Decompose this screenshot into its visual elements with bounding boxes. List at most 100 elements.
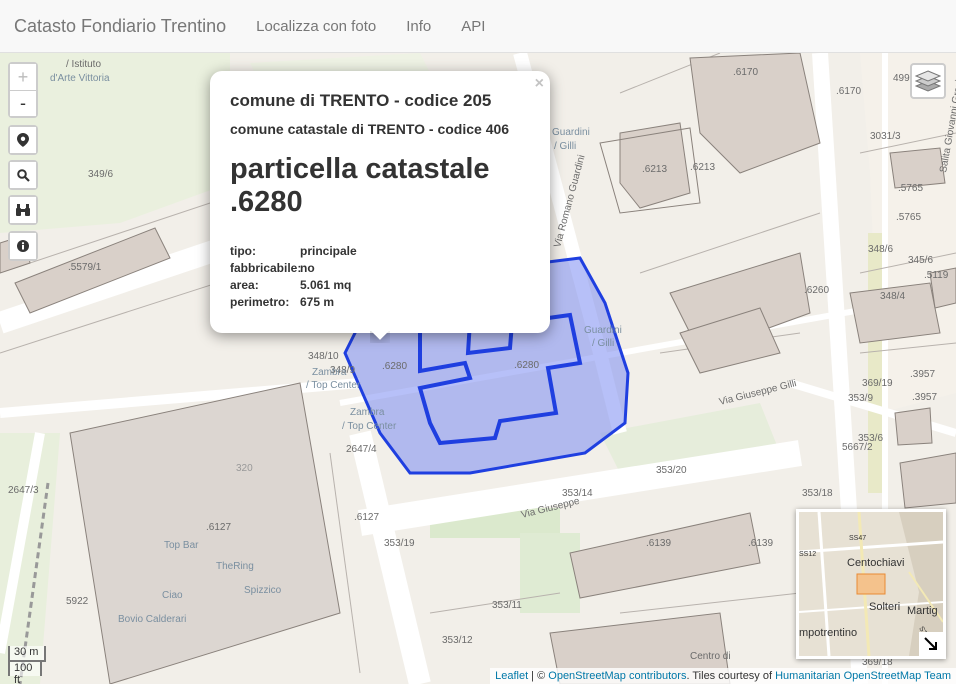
minimap-label: Centochiavi [847,557,904,569]
map-label: Guardini [584,325,622,336]
map-label: .3957 [910,369,935,380]
scale-bar: 30 m 100 ft [8,646,46,684]
map-label: .6127 [206,522,231,533]
map-label: TheRing [216,561,254,572]
map-label: 349/6 [88,169,113,180]
popup-key: perimetro: [230,295,290,309]
map-label: / Top Center [342,421,397,432]
popup-value: principale [300,244,357,258]
map-label: .6139 [748,538,773,549]
navbar: Catasto Fondiario Trentino Localizza con… [0,0,956,53]
popup-row-tipo: tipo: principale [230,243,530,260]
popup-value: 675 m [300,295,335,309]
map-label: 348/4 [880,291,905,302]
map-label: .6213 [690,162,715,173]
map-label: .6170 [733,67,758,78]
zoom-out-button[interactable]: - [10,90,36,116]
popup-row-area: area: 5.061 mq [230,277,530,294]
map-label: 353/19 [384,538,415,549]
map-label: Top Bar [164,540,199,551]
map-label: 353/9 [848,393,873,404]
map-label: Ciao [162,590,183,601]
map-label: .6280 [382,361,407,372]
search-icon [16,168,30,182]
minimap[interactable]: Centochiavi Solteri Martig mpotrentino S… [796,509,946,659]
popup-value: no [300,261,315,275]
map-label: / Top Center [306,380,361,391]
map-label: .6213 [642,164,667,175]
map-canvas[interactable]: / Istituto d'Arte Vittoria 349/6 .5579/1… [0,53,956,684]
map-label: 369/19 [862,378,893,389]
locate-control [8,125,38,155]
hot-link[interactable]: Humanitarian OpenStreetMap Team [775,670,951,682]
map-label: .5765 [896,212,921,223]
popup-value: 5.061 mq [300,278,352,292]
popup-key: fabbricabile: [230,261,302,275]
map-label: Guardini [552,127,590,138]
layers-button[interactable] [910,63,946,99]
map-label: Centro di [690,651,731,662]
map-label: / Gilli [592,338,614,349]
popup-tip [370,331,390,343]
map-label: Bovio Calderari [118,614,186,625]
layers-icon [915,70,941,92]
zoom-in-button[interactable]: + [10,64,36,90]
locate-button[interactable] [10,127,36,153]
map-label: / Gilli [554,141,576,152]
map-label: 353/12 [442,635,473,646]
brand-title[interactable]: Catasto Fondiario Trentino [0,16,226,37]
binoculars-button[interactable] [10,197,36,223]
nav-info[interactable]: Info [406,18,431,35]
map-label: 2647/3 [8,485,39,496]
info-button[interactable] [10,233,36,259]
minimap-label: SS47 [849,535,866,542]
zoom-control: + - [8,62,38,118]
map-label: 5667/2 [842,442,873,453]
popup-key: area: [230,278,259,292]
map-label: .6280 [514,360,539,371]
nav-api[interactable]: API [461,18,485,35]
map-label: Zambra [350,407,385,418]
popup-title: particella catastale .6280 [230,153,490,218]
popup-row-fabbricabile: fabbricabile: no [230,260,530,277]
popup-attributes: tipo: principale fabbricabile: no area: 5.0… [230,243,530,311]
map-label: Zambra [312,367,347,378]
map-label: 5922 [66,596,89,607]
map-label: Spizzico [244,585,282,596]
popup-comune: comune di TRENTO - codice 205 [230,91,492,110]
search-control [8,160,38,190]
osm-link[interactable]: OpenStreetMap contributors [548,670,686,682]
map-label: d'Arte Vittoria [50,73,110,84]
map-label: 348/6 [868,244,893,255]
map-label: 353/11 [492,600,522,611]
popup-row-perimetro: perimetro: 675 m [230,294,530,311]
info-control [8,231,38,261]
scale-imperial: 100 ft [8,660,42,684]
minimap-label: mpotrentino [799,627,857,639]
map-label: 320 [236,463,253,474]
map-label: .6139 [646,538,671,549]
popup-close-button[interactable]: × [535,75,544,93]
map-label: 345/6 [908,255,933,266]
info-icon [17,240,29,252]
map-label: .6260 [804,285,829,296]
nav-localizza-con-foto[interactable]: Localizza con foto [256,18,376,35]
minimap-label: Solteri [869,601,900,613]
map-label: 2647/4 [346,444,377,455]
popup-comune-catastale: comune catastale di TRENTO - codice 406 [230,121,510,137]
map-label: .5765 [898,183,923,194]
minimap-label: Martig [907,605,938,617]
map-label: 353/18 [802,488,833,499]
binoculars-icon [16,204,30,216]
map-label: / Istituto [66,59,101,70]
map-marker-icon [17,133,29,147]
map-label: 348/10 [308,351,339,362]
map-label: .5119 [924,270,949,281]
leaflet-link[interactable]: Leaflet [495,670,528,682]
attribution: Leaflet | © OpenStreetMap contributors. … [490,668,956,684]
map-label: .5579/1 [68,262,102,273]
search-button[interactable] [10,162,36,188]
map-label: .6127 [354,512,379,523]
map-label: 3031/3 [870,131,901,142]
minimap-label: SS12 [799,551,816,558]
